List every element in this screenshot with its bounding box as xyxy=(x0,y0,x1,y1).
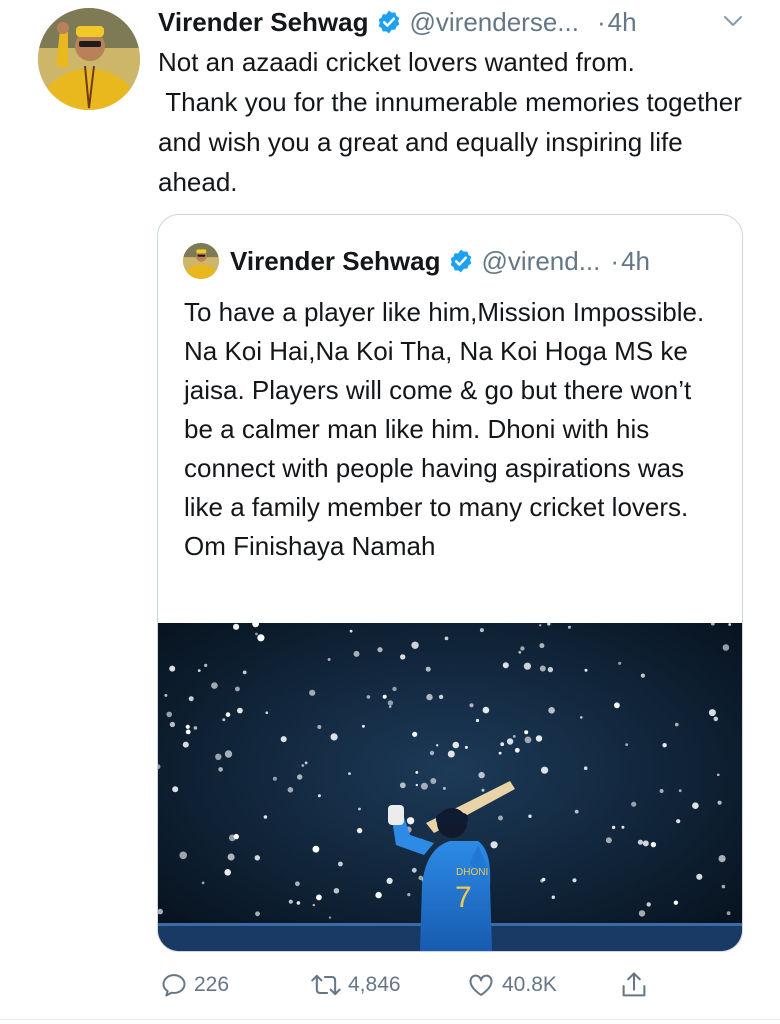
chevron-down-icon[interactable] xyxy=(722,10,744,32)
like-icon xyxy=(469,974,493,996)
retweet-icon xyxy=(311,974,341,996)
tweet-photo[interactable]: DHONI 7 xyxy=(158,623,742,951)
quoted-author-handle: @virend... xyxy=(481,245,601,276)
share-icon xyxy=(622,972,646,997)
share-button[interactable] xyxy=(620,960,654,1010)
avatar-image xyxy=(38,8,140,110)
tweet-header: Virender Sehwag @virenderse... · 4h xyxy=(158,2,758,42)
author-avatar[interactable] xyxy=(38,8,140,110)
retweet-button[interactable]: 4,846 xyxy=(310,960,401,1010)
quoted-tweet-card[interactable]: Virender Sehwag @virend... · 4h To have … xyxy=(157,214,743,952)
tweet-timestamp[interactable]: 4h xyxy=(608,7,637,38)
retweet-count: 4,846 xyxy=(348,973,401,996)
author-name[interactable]: Virender Sehwag xyxy=(158,7,369,38)
reply-button[interactable]: 226 xyxy=(160,960,229,1010)
like-count: 40.8K xyxy=(502,973,557,996)
jersey-name: DHONI xyxy=(456,867,488,878)
quoted-tweet-timestamp: 4h xyxy=(621,245,650,276)
reply-count: 226 xyxy=(194,973,230,996)
tweet-actions-bar: 226 4,846 40.8K xyxy=(0,960,780,1010)
quoted-tweet-header: Virender Sehwag @virend... · 4h xyxy=(230,239,650,283)
quoted-tweet-text: To have a player like him,Mission Imposs… xyxy=(184,297,712,561)
quoted-avatar-image xyxy=(183,243,219,279)
quoted-author-avatar xyxy=(183,243,219,279)
author-handle[interactable]: @virenderse... xyxy=(410,7,579,38)
bottom-divider xyxy=(0,1019,780,1020)
meta-separator: · xyxy=(610,245,620,276)
tweet-text: Not an azaadi cricket lovers wanted from… xyxy=(158,47,742,197)
meta-separator: · xyxy=(596,6,606,37)
quoted-author-name: Virender Sehwag xyxy=(230,245,441,276)
jersey-number: 7 xyxy=(455,881,472,914)
verified-badge-icon xyxy=(378,10,399,34)
verified-badge-icon xyxy=(450,249,471,273)
like-button[interactable]: 40.8K xyxy=(466,960,557,1010)
reply-icon xyxy=(162,974,186,997)
